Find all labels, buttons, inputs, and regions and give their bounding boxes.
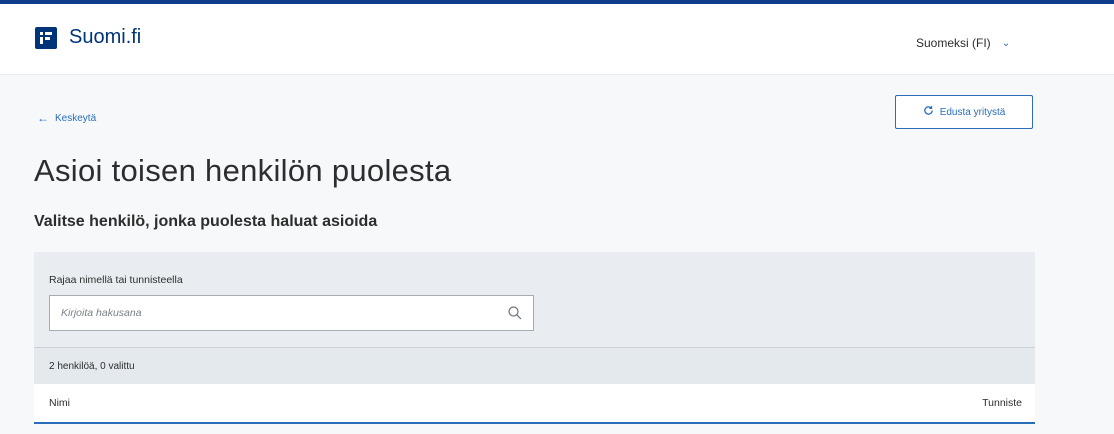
language-selector[interactable]: Suomeksi (FI) ⌄ [916,36,1010,50]
suomi-fi-logo[interactable]: Suomi.fi [35,26,141,49]
results-count: 2 henkilöä, 0 valittu [34,347,1035,384]
represent-company-label: Edusta yritystä [939,106,1006,118]
back-link-label: Keskeytä [55,112,97,124]
filter-label: Rajaa nimellä tai tunnisteella [49,274,183,286]
site-header: Suomi.fi Suomeksi (FI) ⌄ [0,4,1114,75]
page-subtitle: Valitse henkilö, jonka puolesta haluat a… [34,213,378,230]
suomi-fi-logo-icon [35,26,57,49]
column-header-name[interactable]: Nimi [49,397,70,409]
language-label: Suomeksi (FI) [916,36,991,50]
represent-company-button[interactable]: Edusta yritystä [895,95,1033,129]
chevron-down-icon: ⌄ [1001,37,1011,49]
search-icon[interactable] [507,305,523,321]
main-content: ← Keskeytä Edusta yritystä Asioi toisen … [0,75,1114,434]
page-title: Asioi toisen henkilön puolesta [34,153,452,188]
cancel-back-link[interactable]: ← Keskeytä [37,111,96,125]
column-header-identifier[interactable]: Tunniste [982,397,1022,409]
logo-text: Suomi.fi [69,26,142,48]
refresh-icon [923,105,934,119]
table-header: Nimi Tunniste [34,384,1035,424]
arrow-left-icon: ← [37,111,49,125]
person-selection-panel: Rajaa nimellä tai tunnisteella 2 henkilö… [34,252,1035,424]
search-field [49,295,534,331]
search-input[interactable] [50,306,503,320]
